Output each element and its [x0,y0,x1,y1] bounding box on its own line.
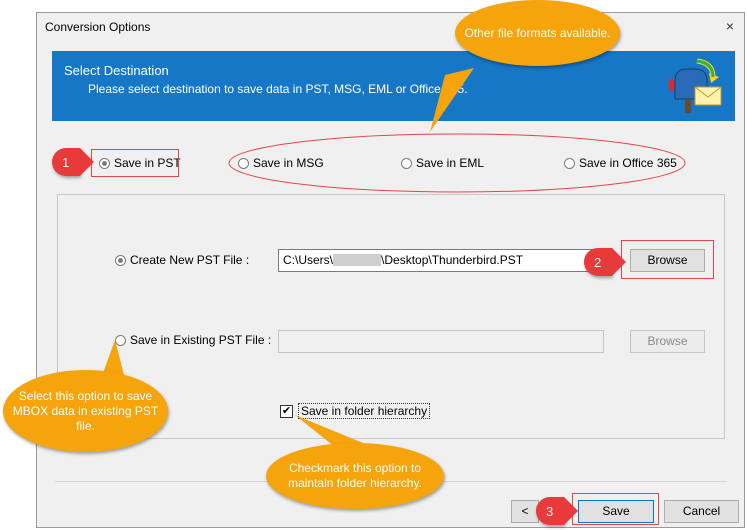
radio-save-existing-pst[interactable]: Save in Existing PST File : [115,333,271,347]
header-subtitle: Please select destination to save data i… [88,82,468,96]
redacted-username [333,254,382,266]
path-prefix: C:\Users\ [283,253,334,267]
radio-save-in-office365[interactable]: Save in Office 365 [564,156,677,170]
existing-browse-button[interactable]: Browse [630,330,705,353]
radio-label: Create New PST File : [130,253,250,267]
cancel-button[interactable]: Cancel [664,500,739,523]
radio-save-in-msg[interactable]: Save in MSG [238,156,324,170]
radio-dot [115,334,126,346]
close-icon[interactable]: × [726,18,734,34]
checkbox-label: Save in folder hierarchy [298,403,431,419]
window-title: Conversion Options [45,20,151,34]
radio-create-new-pst[interactable]: Create New PST File : [115,253,249,267]
step-badge-1: 1 [52,148,94,176]
back-button[interactable]: < [511,500,539,523]
existing-pst-callout: Select this option to save MBOX data in … [3,370,168,452]
mailbox-convert-icon [669,58,722,113]
new-pst-path-input[interactable]: C:\Users\ \Desktop\Thunderbird.PST [278,249,609,272]
radio-dot [238,157,249,169]
radio-save-in-eml[interactable]: Save in EML [401,156,484,170]
hierarchy-callout: Checkmark this option to maintain folder… [266,443,444,509]
folder-hierarchy-checkbox[interactable]: ✔ Save in folder hierarchy [280,403,431,419]
destination-header: Select Destination Please select destina… [52,51,735,121]
radio-dot [564,157,575,169]
step-badge-2: 2 [584,248,626,276]
title-bar: Conversion Options × [37,13,744,41]
pst-option-highlight [91,149,179,177]
radio-label: Save in EML [416,156,485,170]
step-badge-3: 3 [536,497,578,525]
header-title: Select Destination [64,63,169,78]
existing-pst-path-input[interactable] [278,330,604,353]
path-suffix: \Desktop\Thunderbird.PST [381,253,524,267]
radio-label: Save in Office 365 [579,156,677,170]
save-highlight [572,493,659,525]
radio-dot [115,254,126,266]
browse-highlight [621,240,714,279]
radio-label: Save in Existing PST File : [130,333,272,347]
formats-callout: Other file formats available. [455,0,620,66]
radio-label: Save in MSG [253,156,324,170]
checkbox-box: ✔ [280,404,293,418]
radio-dot [401,157,412,169]
